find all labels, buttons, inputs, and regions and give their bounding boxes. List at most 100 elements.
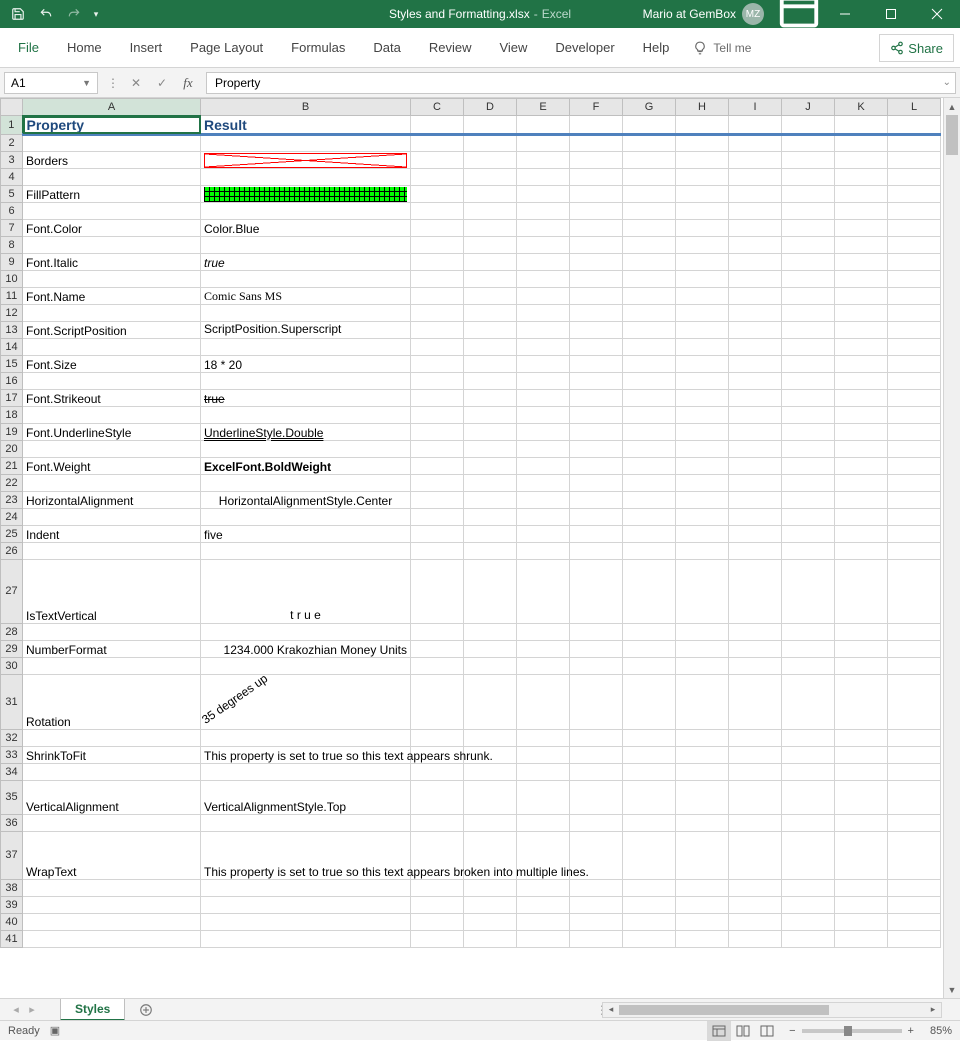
cell[interactable] bbox=[676, 236, 729, 253]
cell[interactable] bbox=[835, 440, 888, 457]
cell[interactable] bbox=[201, 542, 411, 559]
vertical-scrollbar[interactable]: ▲ ▼ bbox=[943, 98, 960, 998]
cell-B13[interactable]: ScriptPosition.Superscript bbox=[201, 321, 411, 338]
cell[interactable] bbox=[570, 219, 623, 236]
cell[interactable] bbox=[517, 270, 570, 287]
cell[interactable] bbox=[570, 287, 623, 304]
cell[interactable] bbox=[623, 134, 676, 151]
row-header[interactable]: 33 bbox=[1, 746, 23, 763]
row-header[interactable]: 20 bbox=[1, 440, 23, 457]
cell[interactable] bbox=[888, 389, 941, 406]
cell[interactable] bbox=[411, 474, 464, 491]
cell[interactable] bbox=[676, 542, 729, 559]
row-header[interactable]: 32 bbox=[1, 729, 23, 746]
cell[interactable] bbox=[623, 457, 676, 474]
cell[interactable] bbox=[782, 657, 835, 674]
cell[interactable] bbox=[411, 372, 464, 389]
cell[interactable] bbox=[676, 879, 729, 896]
cell[interactable] bbox=[888, 372, 941, 389]
cell[interactable] bbox=[782, 474, 835, 491]
cell[interactable] bbox=[623, 559, 676, 623]
row-header[interactable]: 41 bbox=[1, 930, 23, 947]
cell-B11[interactable]: Comic Sans MS bbox=[201, 287, 411, 304]
cell[interactable] bbox=[835, 202, 888, 219]
horizontal-scrollbar[interactable]: ◂ ▸ bbox=[602, 1002, 942, 1018]
cell[interactable] bbox=[888, 913, 941, 930]
cell[interactable] bbox=[570, 270, 623, 287]
cell[interactable] bbox=[517, 657, 570, 674]
row-header[interactable]: 3 bbox=[1, 151, 23, 168]
cell[interactable] bbox=[835, 930, 888, 947]
cell[interactable] bbox=[729, 134, 782, 151]
cell[interactable] bbox=[676, 640, 729, 657]
cell[interactable] bbox=[23, 338, 201, 355]
cell[interactable] bbox=[676, 185, 729, 202]
cell-B1[interactable]: Result bbox=[201, 116, 411, 135]
cell[interactable] bbox=[464, 270, 517, 287]
row-header[interactable]: 5 bbox=[1, 185, 23, 202]
cell[interactable] bbox=[835, 134, 888, 151]
cell[interactable] bbox=[835, 168, 888, 185]
cell[interactable] bbox=[23, 623, 201, 640]
cell[interactable] bbox=[782, 202, 835, 219]
cell[interactable] bbox=[623, 219, 676, 236]
row-header[interactable]: 25 bbox=[1, 525, 23, 542]
cell[interactable] bbox=[201, 657, 411, 674]
cell[interactable] bbox=[570, 116, 623, 135]
scroll-thumb[interactable] bbox=[946, 115, 958, 155]
cell-B23[interactable]: HorizontalAlignmentStyle.Center bbox=[201, 491, 411, 508]
cell[interactable] bbox=[782, 525, 835, 542]
cell[interactable] bbox=[888, 304, 941, 321]
enter-icon[interactable]: ✓ bbox=[150, 72, 174, 94]
cell[interactable] bbox=[201, 134, 411, 151]
cell[interactable] bbox=[201, 304, 411, 321]
cell[interactable] bbox=[623, 674, 676, 729]
cell[interactable] bbox=[888, 406, 941, 423]
cell[interactable] bbox=[729, 270, 782, 287]
cell-B37[interactable]: This property is set to true so this tex… bbox=[201, 831, 411, 879]
cell[interactable] bbox=[570, 406, 623, 423]
tab-file[interactable]: File bbox=[4, 28, 53, 67]
cell[interactable] bbox=[411, 640, 464, 657]
cell[interactable] bbox=[517, 355, 570, 372]
cell[interactable] bbox=[782, 831, 835, 879]
cell[interactable] bbox=[888, 185, 941, 202]
cell[interactable] bbox=[782, 780, 835, 814]
cell[interactable] bbox=[23, 657, 201, 674]
cell[interactable] bbox=[23, 304, 201, 321]
cell[interactable] bbox=[570, 474, 623, 491]
cell[interactable] bbox=[570, 623, 623, 640]
cell[interactable] bbox=[201, 338, 411, 355]
cell[interactable] bbox=[676, 831, 729, 879]
cell-A15[interactable]: Font.Size bbox=[23, 355, 201, 372]
cell[interactable] bbox=[411, 219, 464, 236]
cell[interactable] bbox=[570, 304, 623, 321]
cell[interactable] bbox=[570, 491, 623, 508]
cell[interactable] bbox=[201, 236, 411, 253]
row-header[interactable]: 24 bbox=[1, 508, 23, 525]
cell[interactable] bbox=[676, 913, 729, 930]
cell[interactable] bbox=[411, 304, 464, 321]
cell[interactable] bbox=[517, 474, 570, 491]
cell[interactable] bbox=[782, 491, 835, 508]
cell[interactable] bbox=[201, 814, 411, 831]
cell[interactable] bbox=[729, 440, 782, 457]
cell[interactable] bbox=[570, 640, 623, 657]
cell[interactable] bbox=[782, 640, 835, 657]
cell[interactable] bbox=[782, 168, 835, 185]
cell[interactable] bbox=[888, 457, 941, 474]
tab-nav-next-icon[interactable]: ▸ bbox=[24, 999, 40, 1021]
cell-A33[interactable]: ShrinkToFit bbox=[23, 746, 201, 763]
grid[interactable]: A B C D E F G H I J K L 1PropertyResult … bbox=[0, 98, 960, 998]
cell[interactable] bbox=[464, 729, 517, 746]
cell[interactable] bbox=[729, 253, 782, 270]
tab-nav-prev-icon[interactable]: ◂ bbox=[8, 999, 24, 1021]
cell[interactable] bbox=[835, 219, 888, 236]
cell[interactable] bbox=[411, 657, 464, 674]
cell[interactable] bbox=[676, 406, 729, 423]
select-all-corner[interactable] bbox=[1, 99, 23, 116]
cell[interactable] bbox=[464, 116, 517, 135]
cell[interactable] bbox=[676, 134, 729, 151]
tab-page-layout[interactable]: Page Layout bbox=[176, 28, 277, 67]
cell[interactable] bbox=[464, 304, 517, 321]
